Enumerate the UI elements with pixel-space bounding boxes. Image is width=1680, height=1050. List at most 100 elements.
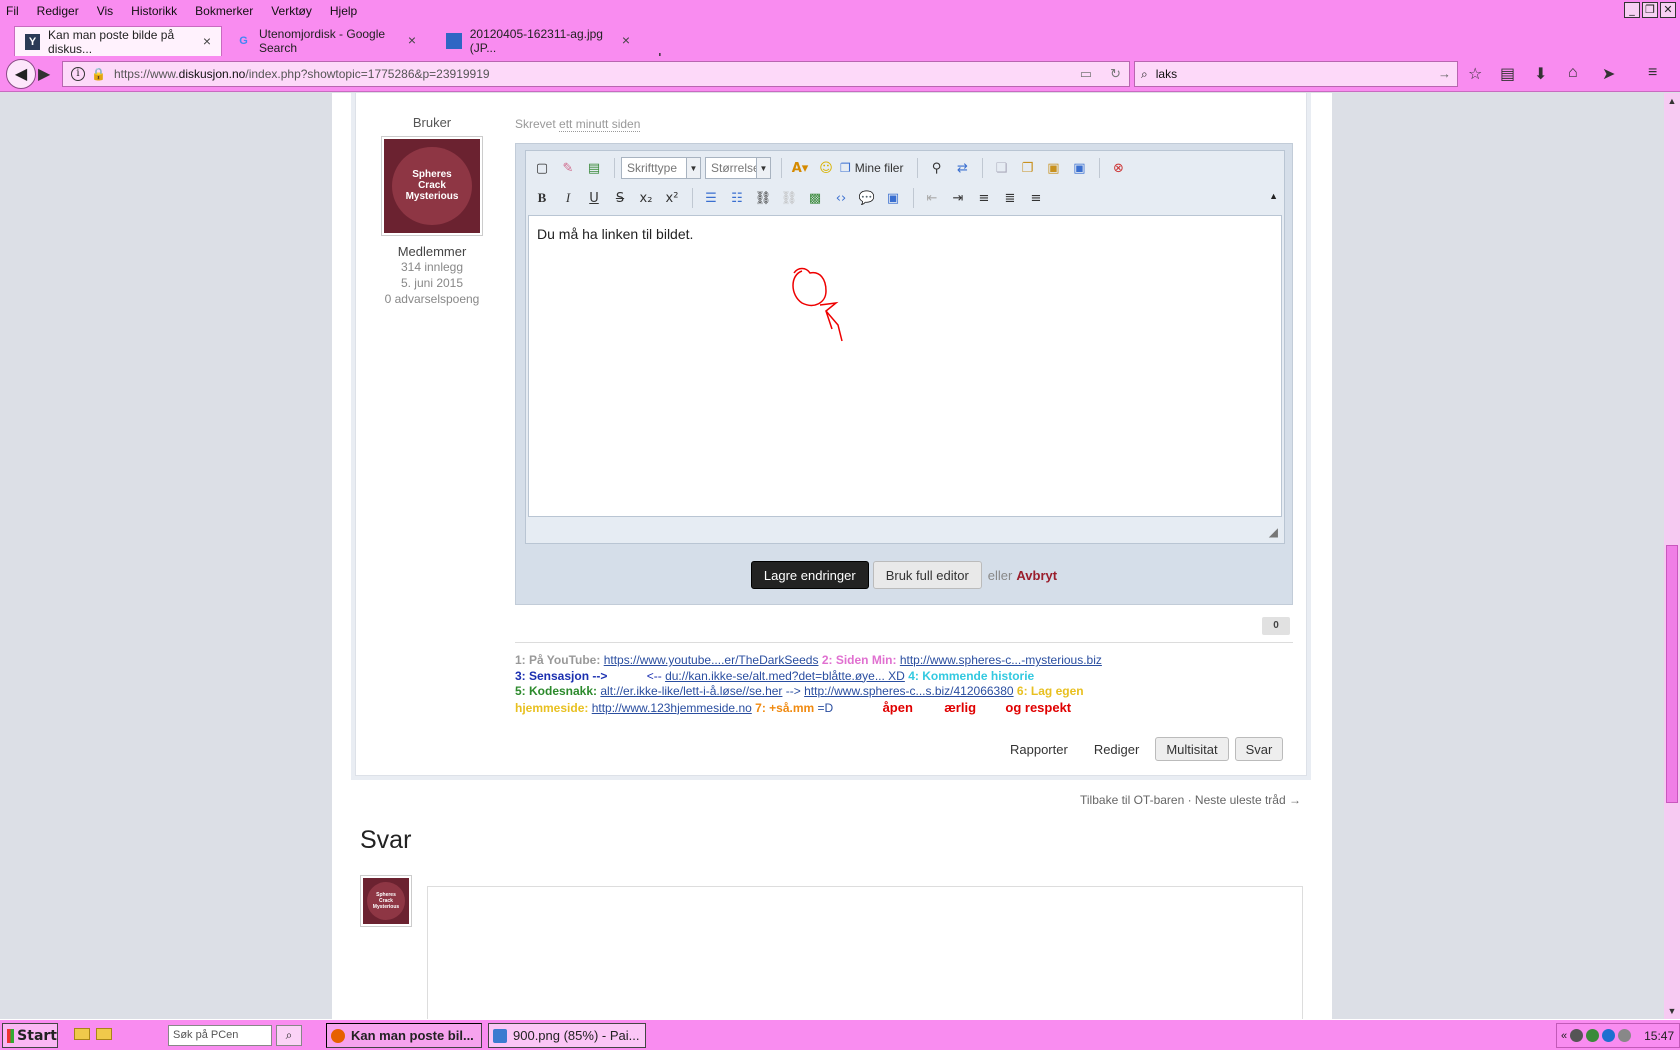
indent-icon[interactable]: ⇥ xyxy=(946,187,970,209)
unlink-icon[interactable]: ⛓ xyxy=(777,187,801,209)
emoticon-icon[interactable]: ☺ xyxy=(814,157,838,179)
my-files-button[interactable]: ❐ Mine filer xyxy=(840,161,903,175)
align-center-icon[interactable]: ≣ xyxy=(998,187,1022,209)
subscript-icon[interactable]: x₂ xyxy=(634,187,658,209)
menu-view[interactable]: Vis xyxy=(97,4,113,18)
bullet-list-icon[interactable]: ☰ xyxy=(699,187,723,209)
insert-image-icon[interactable]: ▩ xyxy=(803,187,827,209)
home-icon[interactable]: ⌂ xyxy=(1568,64,1578,82)
outdent-icon[interactable]: ⇤ xyxy=(920,187,944,209)
tab-google[interactable]: G Utenomjordisk - Google Search × xyxy=(226,26,426,56)
tray-expand-icon[interactable]: « xyxy=(1561,1030,1567,1042)
author-name[interactable]: Bruker xyxy=(366,115,498,130)
save-changes-button[interactable]: Lagre endringer xyxy=(750,561,869,589)
multiquote-button[interactable]: Multisitat xyxy=(1155,737,1229,761)
reader-view-icon[interactable]: ▭ xyxy=(1080,66,1092,82)
avatar[interactable]: Spheres Crack Mysterious xyxy=(381,136,483,236)
spellcheck-icon[interactable]: ⊗ xyxy=(1106,157,1130,179)
copy-icon[interactable]: ❐ xyxy=(1015,157,1039,179)
youtube-link[interactable]: https://www.youtube....er/TheDarkSeeds xyxy=(604,653,819,667)
volume-icon[interactable] xyxy=(1618,1029,1632,1042)
italic-icon[interactable]: I xyxy=(556,187,580,209)
like-count-badge[interactable]: 0 xyxy=(1262,617,1290,635)
replace-icon[interactable]: ⇄ xyxy=(950,157,974,179)
reply-editor[interactable] xyxy=(427,886,1303,1019)
scroll-down-icon[interactable]: ▼ xyxy=(1664,1003,1680,1019)
sensation-link[interactable]: du://kan.ikke-se/alt.med?det=blåtte.øye.… xyxy=(665,669,905,683)
tab-diskusjon[interactable]: Y Kan man poste bilde på diskus... × xyxy=(14,26,222,56)
bold-icon[interactable]: B xyxy=(530,187,554,209)
align-left-icon[interactable]: ≡ xyxy=(972,187,996,209)
search-input[interactable] xyxy=(1153,66,1424,82)
spheres-link[interactable]: http://www.spheres-c...s.biz/412066380 xyxy=(804,684,1013,698)
close-window-button[interactable]: ✕ xyxy=(1660,2,1676,18)
code-icon[interactable]: ‹› xyxy=(829,187,853,209)
eraser-icon[interactable]: ✎ xyxy=(556,157,580,179)
downloads-icon[interactable]: ⬇ xyxy=(1534,64,1547,84)
underline-icon[interactable]: U xyxy=(582,187,606,209)
search-go-icon[interactable]: → xyxy=(1438,66,1451,81)
reply-button[interactable]: Svar xyxy=(1234,737,1284,761)
quote-icon[interactable]: 💬 xyxy=(855,187,879,209)
strikethrough-icon[interactable]: S xyxy=(608,187,632,209)
edit-button[interactable]: Rediger xyxy=(1084,742,1150,757)
security-icon[interactable] xyxy=(1586,1029,1600,1042)
topic-navigation-links[interactable]: Tilbake til OT-baren · Neste uleste tråd… xyxy=(1080,793,1301,807)
folder-icon[interactable] xyxy=(74,1028,90,1040)
back-button[interactable]: ◀ xyxy=(6,59,36,89)
source-icon[interactable]: ▢ xyxy=(530,157,554,179)
close-tab-icon[interactable]: × xyxy=(408,32,416,48)
collapse-toolbar-icon[interactable]: ▲ xyxy=(1269,191,1278,201)
cancel-link[interactable]: Avbryt xyxy=(1016,568,1057,583)
full-editor-button[interactable]: Bruk full editor xyxy=(872,561,982,589)
info-icon[interactable]: i xyxy=(71,67,85,81)
font-size-select[interactable]: Størrelse ▼ xyxy=(705,157,771,179)
cut-icon[interactable]: ❏ xyxy=(989,157,1013,179)
task-paint[interactable]: 900.png (85%) - Pai... xyxy=(488,1023,646,1048)
vertical-scrollbar[interactable]: ▲ ▼ xyxy=(1664,93,1680,1019)
reload-icon[interactable]: ↻ xyxy=(1110,66,1121,82)
folder-icon[interactable] xyxy=(96,1028,112,1040)
align-right-icon[interactable]: ≡ xyxy=(1024,187,1048,209)
task-firefox[interactable]: Kan man poste bil... xyxy=(326,1023,482,1048)
send-icon[interactable]: ➤ xyxy=(1602,64,1615,84)
homepage-link[interactable]: http://www.spheres-c...-mysterious.biz xyxy=(900,653,1102,667)
close-tab-icon[interactable]: × xyxy=(203,33,211,49)
minimize-button[interactable]: _ xyxy=(1624,2,1640,18)
template-icon[interactable]: ▤ xyxy=(582,157,606,179)
link-icon[interactable]: ⛓ xyxy=(751,187,775,209)
media-icon[interactable]: ▣ xyxy=(881,187,905,209)
bookmark-star-icon[interactable]: ☆ xyxy=(1468,64,1482,84)
close-tab-icon[interactable]: × xyxy=(622,32,630,48)
codetalk-link[interactable]: alt://er.ikke-like/lett-i-å.løse//se.her xyxy=(600,684,782,698)
find-icon[interactable]: ⚲ xyxy=(924,157,948,179)
text-color-icon[interactable]: A▾ xyxy=(788,157,812,179)
superscript-icon[interactable]: x² xyxy=(660,187,684,209)
bookmarks-library-icon[interactable]: ▤ xyxy=(1500,64,1515,84)
paste-icon[interactable]: ▣ xyxy=(1041,157,1065,179)
editor-text-area[interactable]: Du må ha linken til bildet. xyxy=(528,215,1282,517)
restore-button[interactable]: ❐ xyxy=(1642,2,1658,18)
tab-image[interactable]: 20120405-162311-ag.jpg (JP... × xyxy=(436,26,640,56)
scroll-up-icon[interactable]: ▲ xyxy=(1664,93,1680,109)
forward-arrow-icon[interactable]: ▶ xyxy=(38,64,50,84)
menu-history[interactable]: Historikk xyxy=(131,4,177,18)
paste-word-icon[interactable]: ▣ xyxy=(1067,157,1091,179)
menu-help[interactable]: Hjelp xyxy=(330,4,357,18)
font-family-select[interactable]: Skrifttype ▼ xyxy=(621,157,701,179)
menu-bookmarks[interactable]: Bokmerker xyxy=(195,4,253,18)
report-button[interactable]: Rapporter xyxy=(1000,742,1078,757)
menu-edit[interactable]: Rediger xyxy=(37,4,79,18)
url-bar[interactable]: i 🔒 https://www.diskusjon.no/index.php?s… xyxy=(62,61,1130,87)
taskbar-search-input[interactable]: Søk på PCen xyxy=(168,1025,272,1046)
start-button[interactable]: Start xyxy=(2,1023,58,1048)
menu-file[interactable]: Fil xyxy=(6,4,19,18)
resize-grip-icon[interactable]: ◢ xyxy=(1269,525,1278,539)
menu-tools[interactable]: Verktøy xyxy=(271,4,312,18)
network-icon[interactable] xyxy=(1602,1029,1616,1042)
numbered-list-icon[interactable]: ☷ xyxy=(725,187,749,209)
123hjemmeside-link[interactable]: http://www.123hjemmeside.no xyxy=(592,701,752,715)
clock[interactable]: 15:47 xyxy=(1644,1029,1674,1043)
hamburger-menu-icon[interactable]: ≡ xyxy=(1648,64,1657,82)
scroll-thumb[interactable] xyxy=(1666,545,1678,803)
